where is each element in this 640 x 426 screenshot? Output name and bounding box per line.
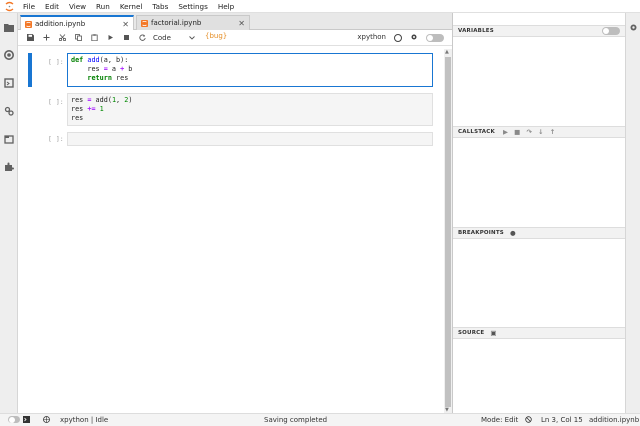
- kernel-settings-icon[interactable]: [410, 33, 418, 43]
- step-in-icon[interactable]: ↓: [538, 128, 544, 136]
- cut-button[interactable]: [54, 30, 70, 46]
- breakpoints-header: BREAKPOINTS ●: [453, 227, 626, 239]
- mode-indicator: Mode: Edit: [481, 416, 519, 424]
- menu-run[interactable]: Run: [91, 0, 115, 13]
- cell-type-value: Code: [153, 33, 171, 42]
- kernel-status-icon: [394, 34, 402, 42]
- continue-icon[interactable]: ▶: [503, 128, 508, 136]
- menu-bar: File Edit View Run Kernel Tabs Settings …: [0, 0, 640, 13]
- kernel-name[interactable]: xpython: [357, 33, 386, 41]
- save-icon: [26, 34, 34, 41]
- breakpoints-title: BREAKPOINTS: [458, 230, 504, 236]
- step-over-icon[interactable]: ↷: [527, 128, 533, 136]
- variables-header: VARIABLES: [453, 25, 626, 37]
- variables-view-toggle[interactable]: [602, 27, 620, 35]
- refresh-icon: [138, 34, 146, 41]
- notebook-icon: [25, 20, 32, 28]
- tab-factorial[interactable]: factorial.ipynb ✕: [136, 15, 250, 30]
- folder-icon[interactable]: [3, 21, 15, 33]
- menu-tabs[interactable]: Tabs: [147, 0, 173, 13]
- property-inspector-icon[interactable]: [3, 105, 15, 117]
- paste-button[interactable]: [86, 30, 102, 46]
- debug-bug-icon[interactable]: {bug}: [205, 32, 227, 40]
- chevron-down-icon: [189, 34, 195, 42]
- notebook-toolbar: Code {bug} xpython: [18, 30, 452, 46]
- bug-status-icon[interactable]: [525, 416, 532, 425]
- extension-icon[interactable]: [3, 161, 15, 173]
- restart-button[interactable]: [134, 30, 150, 46]
- close-icon[interactable]: ✕: [238, 19, 245, 28]
- interrupt-button[interactable]: [118, 30, 134, 46]
- terminal-icon[interactable]: [23, 416, 30, 425]
- code-cell-2[interactable]: [ ]: res = add(1, 2) res += 1 res: [18, 93, 438, 126]
- cell-editor[interactable]: def add(a, b): res = a + b return res: [67, 53, 433, 87]
- debugger-toggle[interactable]: [426, 34, 444, 42]
- add-cell-button[interactable]: [38, 30, 54, 46]
- callstack-title: CALLSTACK: [458, 129, 495, 135]
- code-cell-1[interactable]: [ ]: def add(a, b): res = a + b return r…: [18, 53, 438, 87]
- save-button[interactable]: [22, 30, 38, 46]
- save-status: Saving completed: [264, 416, 328, 424]
- open-source-icon[interactable]: ▣: [490, 329, 496, 337]
- menu-file[interactable]: File: [18, 0, 40, 13]
- cursor-position[interactable]: Ln 3, Col 15: [541, 416, 583, 424]
- source-header: SOURCE ▣: [453, 327, 626, 339]
- cell-editor[interactable]: [67, 132, 433, 146]
- copy-icon: [74, 34, 82, 41]
- active-cell-marker: [28, 53, 32, 87]
- cell-editor[interactable]: res = add(1, 2) res += 1 res: [67, 93, 433, 126]
- notebook-scrollbar[interactable]: ▲ ▼: [444, 49, 452, 413]
- callstack-header: CALLSTACK ▶ ■ ↷ ↓ ↑: [453, 126, 626, 138]
- main-area: addition.ipynb ✕ factorial.ipynb ✕ Code …: [18, 13, 452, 413]
- right-sidebar: [625, 13, 640, 413]
- menu-edit[interactable]: Edit: [40, 0, 64, 13]
- jupyter-logo-icon: [0, 0, 18, 13]
- tab-label: factorial.ipynb: [151, 19, 202, 27]
- menu-help[interactable]: Help: [213, 0, 239, 13]
- simple-mode-toggle[interactable]: [8, 416, 20, 425]
- stop-icon: [123, 35, 129, 40]
- debugger-gear-icon[interactable]: [629, 23, 638, 34]
- tabs-icon[interactable]: [3, 133, 15, 145]
- source-title: SOURCE: [458, 330, 485, 336]
- cell-type-select[interactable]: Code: [151, 32, 197, 43]
- running-icon[interactable]: [3, 49, 15, 61]
- clipboard-icon: [90, 34, 98, 41]
- variables-title: VARIABLES: [458, 28, 494, 34]
- scissors-icon: [58, 34, 66, 41]
- debugger-panel: VARIABLES CALLSTACK ▶ ■ ↷ ↓ ↑ BREAKPOINT…: [452, 13, 626, 413]
- menu-kernel[interactable]: Kernel: [115, 0, 148, 13]
- tab-label: addition.ipynb: [35, 20, 86, 28]
- scroll-up-icon[interactable]: ▲: [445, 49, 449, 55]
- notebook-icon: [141, 19, 148, 27]
- notebook-panel: [ ]: def add(a, b): res = a + b return r…: [18, 46, 442, 412]
- left-sidebar: [0, 13, 18, 413]
- play-icon: [108, 35, 113, 40]
- menu-view[interactable]: View: [64, 0, 91, 13]
- status-bar: xpython | Idle Saving completed Mode: Ed…: [0, 413, 640, 426]
- menu-settings[interactable]: Settings: [173, 0, 212, 13]
- plus-icon: [43, 34, 49, 41]
- run-button[interactable]: [102, 30, 118, 46]
- commands-icon[interactable]: [3, 77, 15, 89]
- current-filename: addition.ipynb: [589, 416, 640, 424]
- kernel-status[interactable]: xpython | Idle: [60, 416, 108, 424]
- tab-bar: addition.ipynb ✕ factorial.ipynb ✕: [18, 13, 452, 31]
- step-out-icon[interactable]: ↑: [550, 128, 556, 136]
- terminate-icon[interactable]: ■: [514, 128, 520, 136]
- kernel-icon[interactable]: [43, 416, 50, 425]
- close-icon[interactable]: ✕: [122, 20, 129, 29]
- copy-button[interactable]: [70, 30, 86, 46]
- remove-breakpoints-icon[interactable]: ●: [510, 229, 516, 237]
- code-cell-3[interactable]: [ ]:: [18, 132, 438, 146]
- scrollbar-thumb[interactable]: [445, 57, 451, 407]
